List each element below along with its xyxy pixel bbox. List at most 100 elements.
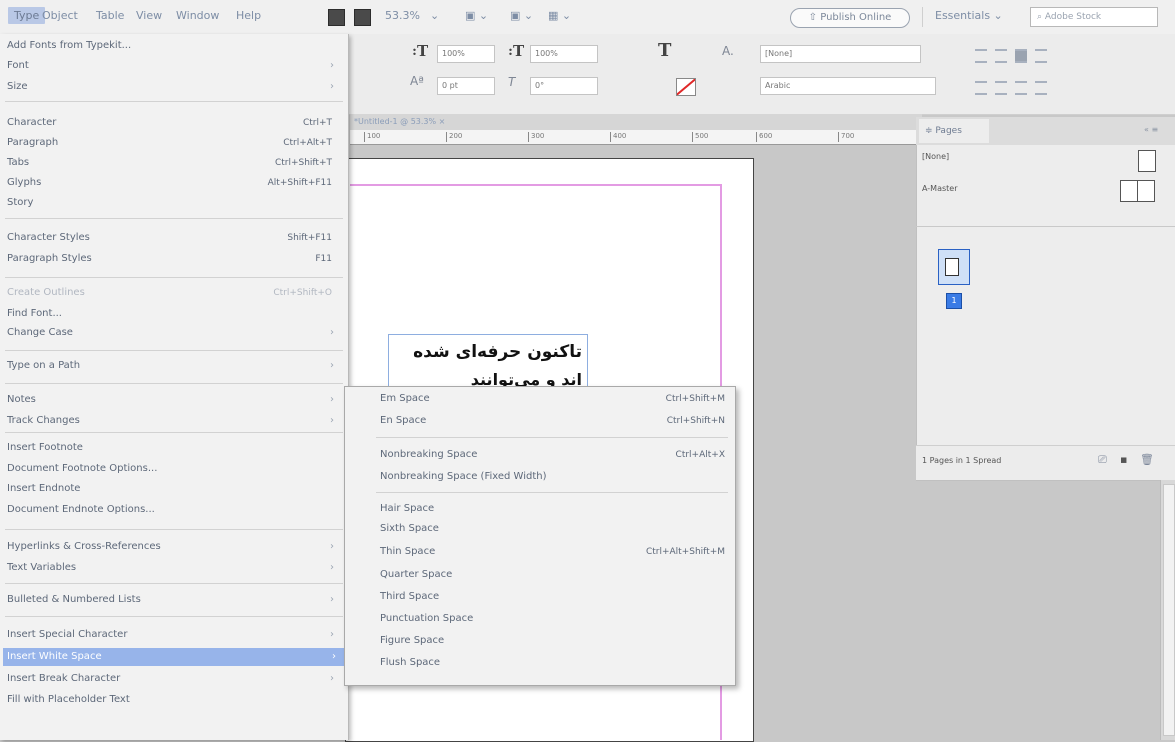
menu-view[interactable]: View bbox=[136, 9, 162, 22]
stock-icon[interactable] bbox=[354, 9, 371, 26]
chevron-right-icon: › bbox=[330, 541, 334, 552]
submenu-item-figure-space[interactable]: Figure Space bbox=[380, 632, 725, 650]
submenu-item-nonbreaking-space-fixed-width[interactable]: Nonbreaking Space (Fixed Width) bbox=[380, 468, 725, 486]
page-thumbnail[interactable] bbox=[938, 249, 970, 285]
menu-table[interactable]: Table bbox=[96, 9, 124, 22]
bridge-icon[interactable] bbox=[328, 9, 345, 26]
submenu-item-shortcut: Ctrl+Shift+N bbox=[666, 416, 725, 426]
menu-item-character[interactable]: Character Ctrl+T bbox=[7, 114, 342, 132]
menu-window[interactable]: Window bbox=[176, 9, 219, 22]
document-tab[interactable]: *Untitled-1 @ 53.3% × bbox=[350, 114, 922, 130]
menu-item-paragraph[interactable]: Paragraph Ctrl+Alt+T bbox=[7, 134, 342, 152]
menu-item-add-fonts-from-typekit[interactable]: Add Fonts from Typekit... bbox=[7, 37, 342, 55]
a-master-right-thumbnail[interactable] bbox=[1137, 180, 1155, 202]
menu-item-create-outlines[interactable]: Create Outlines Ctrl+Shift+O bbox=[7, 284, 342, 302]
justify-right-icon[interactable] bbox=[1015, 81, 1027, 95]
workspace-switcher[interactable]: Essentials ⌄ bbox=[935, 9, 1003, 22]
menu-object[interactable]: Object bbox=[42, 9, 78, 22]
none-master-label: [None] bbox=[922, 152, 950, 161]
menu-item-insert-special-character[interactable]: Insert Special Character › bbox=[7, 626, 342, 644]
menu-item-character-styles[interactable]: Character Styles Shift+F11 bbox=[7, 229, 342, 247]
submenu-item-label: Figure Space bbox=[380, 635, 445, 646]
menu-type[interactable]: Type bbox=[8, 7, 46, 24]
submenu-item-label: Thin Space bbox=[380, 546, 436, 557]
submenu-item-en-space[interactable]: En Space Ctrl+Shift+N bbox=[380, 412, 725, 430]
submenu-item-label: Hair Space bbox=[380, 503, 435, 514]
panel-menu-icon[interactable]: « ≡ bbox=[1144, 125, 1158, 134]
submenu-item-sixth-space[interactable]: Sixth Space bbox=[380, 520, 725, 538]
character-style-field[interactable]: [None] bbox=[760, 45, 921, 63]
justify-all-icon[interactable] bbox=[1035, 81, 1047, 95]
menu-item-change-case[interactable]: Change Case › bbox=[7, 324, 342, 342]
scrollbar-thumb[interactable] bbox=[1163, 484, 1175, 736]
tab-pages[interactable]: ≑ Pages bbox=[919, 119, 989, 143]
align-left-icon[interactable] bbox=[975, 49, 987, 63]
menu-item-fill-with-placeholder-text[interactable]: Fill with Placeholder Text bbox=[7, 691, 342, 709]
chevron-down-icon[interactable]: ⌄ bbox=[430, 9, 439, 22]
adobe-stock-search[interactable]: ⌕ Adobe Stock bbox=[1030, 7, 1158, 27]
menu-item-insert-break-character[interactable]: Insert Break Character › bbox=[7, 670, 342, 688]
chevron-right-icon: › bbox=[332, 651, 336, 662]
horizontal-ruler: 100 200 300 400 500 600 700 bbox=[350, 130, 918, 145]
menu-item-bulleted-numbered-lists[interactable]: Bulleted & Numbered Lists › bbox=[7, 591, 342, 609]
delete-page-icon[interactable]: 🗑 bbox=[1140, 453, 1154, 466]
menu-item-document-footnote-options[interactable]: Document Footnote Options... bbox=[7, 460, 342, 478]
none-master-thumbnail[interactable] bbox=[1138, 150, 1156, 172]
menu-help[interactable]: Help bbox=[236, 9, 261, 22]
language-field[interactable]: Arabic bbox=[760, 77, 936, 95]
horizontal-scale-field[interactable]: 100% bbox=[530, 45, 598, 63]
menu-item-size[interactable]: Size › bbox=[7, 78, 342, 96]
view-options-icon[interactable]: ▣ ⌄ bbox=[465, 9, 488, 22]
menu-item-label: Hyperlinks & Cross-References bbox=[7, 541, 161, 552]
align-center-icon[interactable] bbox=[995, 49, 1007, 63]
menu-item-insert-footnote[interactable]: Insert Footnote bbox=[7, 439, 342, 457]
menu-item-shortcut: Ctrl+Shift+O bbox=[273, 288, 332, 298]
menu-item-tabs[interactable]: Tabs Ctrl+Shift+T bbox=[7, 154, 342, 172]
publish-online-button[interactable]: ⇧ Publish Online bbox=[790, 8, 910, 28]
menu-item-insert-endnote[interactable]: Insert Endnote bbox=[7, 480, 342, 498]
menu-item-story[interactable]: Story bbox=[7, 194, 342, 212]
menu-item-text-variables[interactable]: Text Variables › bbox=[7, 559, 342, 577]
submenu-item-hair-space[interactable]: Hair Space bbox=[380, 500, 725, 518]
menu-item-label: Character bbox=[7, 117, 57, 128]
menu-item-shortcut: Alt+Shift+F11 bbox=[267, 178, 332, 188]
justify-center-icon[interactable] bbox=[995, 81, 1007, 95]
menu-item-notes[interactable]: Notes › bbox=[7, 391, 342, 409]
submenu-item-thin-space[interactable]: Thin Space Ctrl+Alt+Shift+M bbox=[380, 543, 725, 561]
margin-guide bbox=[350, 184, 722, 186]
submenu-item-third-space[interactable]: Third Space bbox=[380, 588, 725, 606]
menu-item-find-font[interactable]: Find Font... bbox=[7, 305, 342, 323]
submenu-item-flush-space[interactable]: Flush Space bbox=[380, 654, 725, 672]
zoom-level[interactable]: 53.3% bbox=[385, 9, 420, 22]
menu-item-type-on-a-path[interactable]: Type on a Path › bbox=[7, 357, 342, 375]
screen-mode-icon[interactable]: ▣ ⌄ bbox=[510, 9, 533, 22]
edit-page-size-icon[interactable]: ⎚ bbox=[1098, 453, 1107, 467]
menu-item-label: Insert Break Character bbox=[7, 673, 121, 684]
menu-item-insert-white-space[interactable]: Insert White Space › bbox=[3, 648, 344, 666]
submenu-item-label: Third Space bbox=[380, 591, 440, 602]
arrange-docs-icon[interactable]: ▦ ⌄ bbox=[548, 9, 571, 22]
submenu-item-quarter-space[interactable]: Quarter Space bbox=[380, 566, 725, 584]
font-style-icon[interactable]: T bbox=[658, 40, 671, 61]
submenu-item-nonbreaking-space[interactable]: Nonbreaking Space Ctrl+Alt+X bbox=[380, 446, 725, 464]
submenu-item-label: Em Space bbox=[380, 393, 430, 404]
menu-separator bbox=[5, 432, 343, 433]
menu-item-document-endnote-options[interactable]: Document Endnote Options... bbox=[7, 501, 342, 519]
submenu-item-em-space[interactable]: Em Space Ctrl+Shift+M bbox=[380, 390, 725, 408]
a-master-left-thumbnail[interactable] bbox=[1120, 180, 1138, 202]
new-page-icon[interactable]: ▪ bbox=[1120, 453, 1127, 466]
align-right-icon[interactable] bbox=[1015, 49, 1027, 63]
justify-left-icon[interactable] bbox=[975, 81, 987, 95]
skew-field[interactable]: 0° bbox=[530, 77, 598, 95]
menu-item-paragraph-styles[interactable]: Paragraph Styles F11 bbox=[7, 250, 342, 268]
vertical-scale-field[interactable]: 100% bbox=[437, 45, 495, 63]
no-color-swatch-icon[interactable] bbox=[676, 78, 696, 96]
menu-item-hyperlinks-cross-references[interactable]: Hyperlinks & Cross-References › bbox=[7, 538, 342, 556]
chevron-right-icon: › bbox=[330, 81, 334, 92]
baseline-shift-field[interactable]: 0 pt bbox=[437, 77, 495, 95]
submenu-item-punctuation-space[interactable]: Punctuation Space bbox=[380, 610, 725, 628]
menu-item-glyphs[interactable]: Glyphs Alt+Shift+F11 bbox=[7, 174, 342, 192]
menu-item-track-changes[interactable]: Track Changes › bbox=[7, 412, 342, 430]
menu-item-font[interactable]: Font › bbox=[7, 57, 342, 75]
align-justify-icon[interactable] bbox=[1035, 49, 1047, 63]
